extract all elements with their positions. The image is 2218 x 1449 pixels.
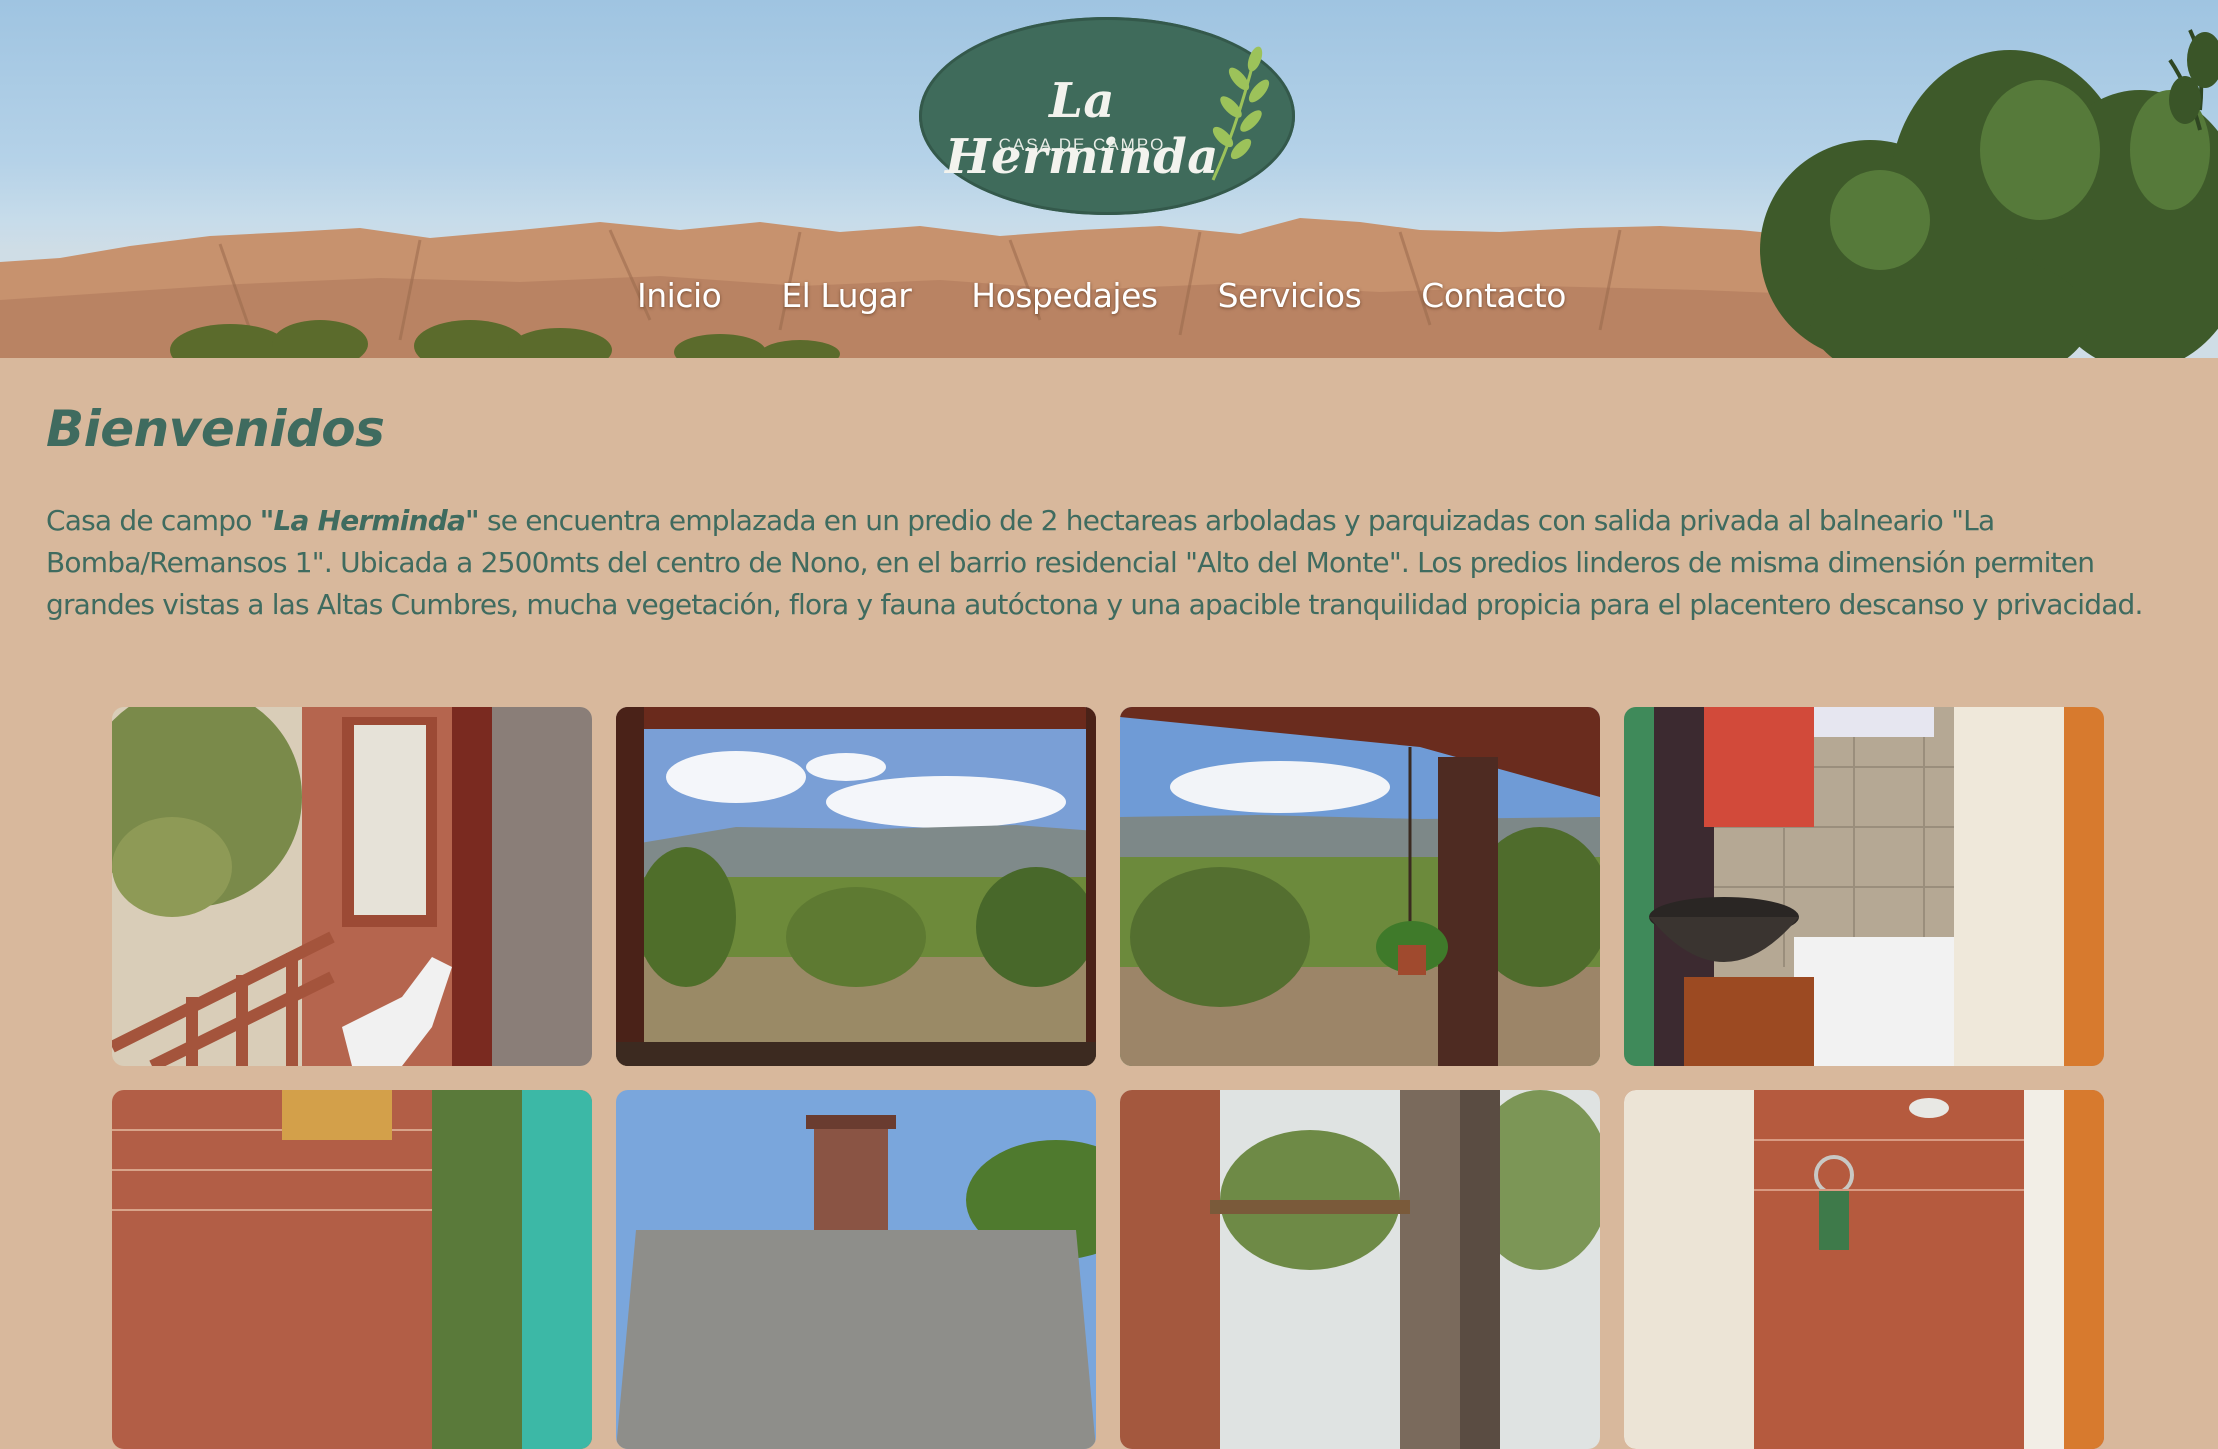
welcome-section: Bienvenidos Casa de campo "La Herminda" … — [46, 400, 2176, 654]
gallery-photo[interactable] — [1624, 707, 2104, 1066]
nav-item-hospedajes[interactable]: Hospedajes — [971, 276, 1158, 315]
hero-header: La Herminda CASA DE CAMPO Inicio El Luga… — [0, 0, 2218, 358]
olive-branch-icon — [1211, 46, 1270, 181]
gallery-photo[interactable] — [1120, 707, 1600, 1066]
nav-item-el-lugar[interactable]: El Lugar — [781, 276, 911, 315]
brick-wall-photo — [112, 1090, 592, 1449]
nav-item-inicio[interactable]: Inicio — [637, 276, 722, 315]
garden-column-photo — [1120, 1090, 1600, 1449]
nav-item-servicios[interactable]: Servicios — [1218, 276, 1362, 315]
main-nav: Inicio El Lugar Hospedajes Servicios Con… — [637, 276, 1566, 315]
gallery-photo[interactable] — [616, 1090, 1096, 1449]
gallery-photo[interactable] — [616, 707, 1096, 1066]
photo-gallery — [112, 707, 2104, 1449]
mountain-view-photo — [616, 707, 1096, 1066]
gallery-photo[interactable] — [112, 1090, 592, 1449]
veranda-photo — [112, 707, 592, 1066]
bathroom-photo — [1624, 707, 2104, 1066]
intro-brand-name: "La Herminda" — [259, 504, 480, 537]
page-title: Bienvenidos — [46, 400, 385, 458]
intro-paragraph: Casa de campo "La Herminda" se encuentra… — [46, 500, 2186, 626]
chimney-photo — [616, 1090, 1096, 1449]
nav-item-contacto[interactable]: Contacto — [1421, 276, 1566, 315]
gallery-photo[interactable] — [1624, 1090, 2104, 1449]
gallery-photo[interactable] — [1120, 1090, 1600, 1449]
intro-text-start: Casa de campo — [46, 504, 260, 537]
towel-ring-photo — [1624, 1090, 2104, 1449]
gallery-photo[interactable] — [112, 707, 592, 1066]
brand-logo[interactable]: La Herminda CASA DE CAMPO — [919, 17, 1295, 215]
hanging-plant-photo — [1120, 707, 1600, 1066]
